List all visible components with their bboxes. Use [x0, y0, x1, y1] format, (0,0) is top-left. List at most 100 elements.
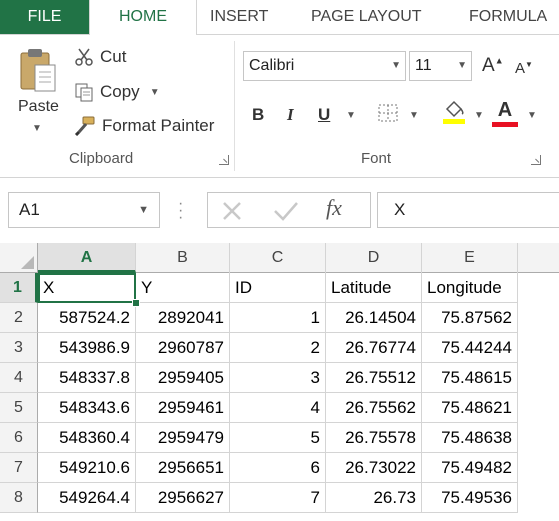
row-header-7[interactable]: 7 [0, 453, 38, 483]
paste-dropdown-icon[interactable]: ▼ [32, 123, 42, 134]
underline-dropdown-icon[interactable]: ▼ [346, 110, 356, 121]
row-header-4[interactable]: 4 [0, 363, 38, 393]
cell-b4[interactable]: 2959405 [136, 363, 230, 393]
borders-dropdown-icon[interactable]: ▼ [409, 110, 419, 121]
paste-button[interactable]: Paste [18, 98, 59, 116]
cell-b3[interactable]: 2960787 [136, 333, 230, 363]
row-header-5[interactable]: 5 [0, 393, 38, 423]
formula-input[interactable]: X [377, 192, 559, 228]
group-separator [234, 41, 235, 171]
cell-e1[interactable]: Longitude [422, 273, 518, 303]
borders-icon[interactable] [376, 102, 400, 124]
row-header-2[interactable]: 2 [0, 303, 38, 333]
formula-bar-grip-icon[interactable]: · · · [178, 196, 183, 226]
tab-file[interactable]: FILE [0, 0, 89, 34]
copy-button[interactable]: Copy ▼ [74, 79, 160, 105]
name-box-value: A1 [19, 200, 40, 219]
bold-button[interactable]: B [252, 105, 264, 125]
cell-e8[interactable]: 75.49536 [422, 483, 518, 513]
cell-e7[interactable]: 75.49482 [422, 453, 518, 483]
row-header-3[interactable]: 3 [0, 333, 38, 363]
fill-color-icon[interactable] [441, 99, 467, 125]
cancel-icon[interactable] [220, 199, 244, 223]
cut-button[interactable]: Cut [74, 44, 126, 70]
tab-page-layout[interactable]: PAGE LAYOUT [311, 0, 422, 34]
cell-c6[interactable]: 5 [230, 423, 326, 453]
cell-a8[interactable]: 549264.4 [38, 483, 136, 513]
row-header-1[interactable]: 1 [0, 273, 38, 303]
format-painter-button[interactable]: Format Painter [74, 113, 214, 139]
tab-home[interactable]: HOME [89, 0, 197, 35]
tab-insert[interactable]: INSERT [210, 0, 268, 34]
font-color-button[interactable]: A [492, 99, 518, 127]
name-box[interactable]: A1 ▼ [8, 192, 160, 228]
row-header-8[interactable]: 8 [0, 483, 38, 513]
column-header-d[interactable]: D [326, 243, 422, 273]
tab-formulas[interactable]: FORMULA [469, 0, 547, 34]
cell-d1[interactable]: Latitude [326, 273, 422, 303]
cell-c4[interactable]: 3 [230, 363, 326, 393]
cell-c3[interactable]: 2 [230, 333, 326, 363]
cell-a5[interactable]: 548343.6 [38, 393, 136, 423]
cell-e6[interactable]: 75.48638 [422, 423, 518, 453]
chevron-down-icon: ▼ [457, 60, 467, 71]
cell-e3[interactable]: 75.44244 [422, 333, 518, 363]
column-header-e[interactable]: E [422, 243, 518, 273]
grow-font-glyph: A [482, 55, 495, 76]
cell-d8[interactable]: 26.73 [326, 483, 422, 513]
font-name-select[interactable]: Calibri ▼ [243, 51, 406, 81]
cell-c2[interactable]: 1 [230, 303, 326, 333]
cell-d2[interactable]: 26.14504 [326, 303, 422, 333]
cell-b1[interactable]: Y [136, 273, 230, 303]
clipboard-launcher-icon[interactable] [219, 155, 229, 165]
cell-a7[interactable]: 549210.6 [38, 453, 136, 483]
cell-b2[interactable]: 2892041 [136, 303, 230, 333]
cell-d6[interactable]: 26.75578 [326, 423, 422, 453]
font-group-label: Font [361, 150, 392, 167]
copy-dropdown-icon[interactable]: ▼ [150, 87, 160, 98]
copy-label: Copy [100, 82, 140, 101]
cell-b8[interactable]: 2956627 [136, 483, 230, 513]
column-header-b[interactable]: B [136, 243, 230, 273]
cell-d5[interactable]: 26.75562 [326, 393, 422, 423]
cell-e5[interactable]: 75.48621 [422, 393, 518, 423]
ribbon-tabs: FILE HOME INSERT PAGE LAYOUT FORMULA [0, 0, 559, 35]
cell-c1[interactable]: ID [230, 273, 326, 303]
enter-check-icon[interactable] [272, 199, 300, 223]
font-color-dropdown-icon[interactable]: ▼ [527, 110, 537, 121]
row-header-6[interactable]: 6 [0, 423, 38, 453]
cell-d3[interactable]: 26.76774 [326, 333, 422, 363]
cell-a1[interactable]: X [38, 273, 136, 303]
cell-e4[interactable]: 75.48615 [422, 363, 518, 393]
column-header-c[interactable]: C [230, 243, 326, 273]
clipboard-group-label: Clipboard [69, 150, 134, 167]
font-launcher-icon[interactable] [531, 155, 541, 165]
cell-b5[interactable]: 2959461 [136, 393, 230, 423]
italic-button[interactable]: I [287, 105, 294, 125]
copy-icon [75, 83, 93, 102]
decrease-font-size-button[interactable]: A▼ [515, 60, 533, 77]
fill-handle[interactable] [132, 299, 140, 307]
increase-font-size-button[interactable]: A▲ [482, 55, 504, 77]
fill-color-dropdown-icon[interactable]: ▼ [474, 110, 484, 121]
font-color-swatch [492, 122, 518, 127]
font-size-select[interactable]: 11 ▼ [409, 51, 472, 81]
cell-d4[interactable]: 26.75512 [326, 363, 422, 393]
column-header-a[interactable]: A [38, 243, 136, 273]
cell-c8[interactable]: 7 [230, 483, 326, 513]
paste-icon[interactable] [18, 47, 58, 93]
cell-b6[interactable]: 2959479 [136, 423, 230, 453]
select-all-button[interactable] [0, 243, 38, 273]
underline-button[interactable]: U [318, 105, 330, 125]
insert-function-button[interactable]: fx [326, 195, 342, 221]
cell-b7[interactable]: 2956651 [136, 453, 230, 483]
chevron-down-icon: ▼ [391, 60, 401, 71]
cell-d7[interactable]: 26.73022 [326, 453, 422, 483]
cell-a4[interactable]: 548337.8 [38, 363, 136, 393]
cell-a2[interactable]: 587524.2 [38, 303, 136, 333]
cell-c7[interactable]: 6 [230, 453, 326, 483]
cell-c5[interactable]: 4 [230, 393, 326, 423]
cell-a6[interactable]: 548360.4 [38, 423, 136, 453]
cell-a3[interactable]: 543986.9 [38, 333, 136, 363]
cell-e2[interactable]: 75.87562 [422, 303, 518, 333]
